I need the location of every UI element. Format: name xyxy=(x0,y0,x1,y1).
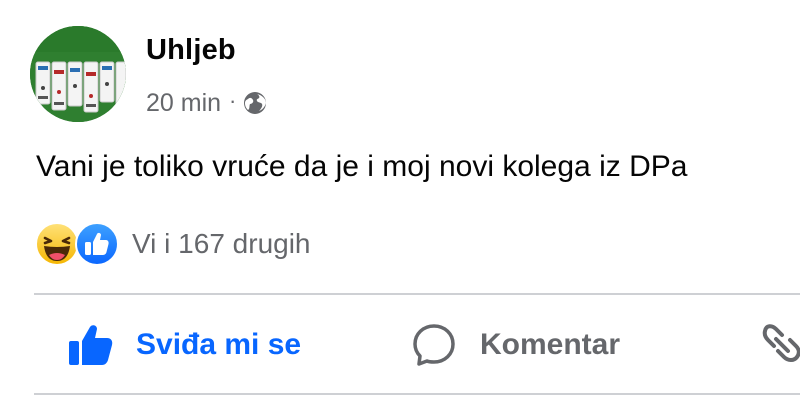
share-button[interactable] xyxy=(762,316,800,374)
reaction-summary[interactable]: Vi i 167 drugih xyxy=(132,228,311,260)
globe-icon[interactable] xyxy=(242,90,268,116)
reaction-icons xyxy=(34,221,122,267)
reactions-bar[interactable]: Vi i 167 drugih xyxy=(34,221,311,267)
like-button[interactable]: Sviđa mi se xyxy=(66,316,301,374)
meta-separator: · xyxy=(229,88,237,113)
solitaire-cards-image xyxy=(30,26,126,122)
comment-button-label: Komentar xyxy=(480,328,621,361)
post-meta: 20 min · xyxy=(146,88,268,118)
comment-button[interactable]: Komentar xyxy=(410,316,620,374)
like-button-label: Sviđa mi se xyxy=(136,328,302,361)
comment-icon xyxy=(413,324,455,366)
divider xyxy=(34,393,800,395)
post-timestamp[interactable]: 20 min xyxy=(146,89,221,118)
facebook-post: Uhljeb 20 min · Vani je toliko vruće da … xyxy=(0,0,800,420)
avatar[interactable] xyxy=(30,26,126,122)
divider xyxy=(34,293,800,295)
link-icon xyxy=(762,324,800,362)
author-name[interactable]: Uhljeb xyxy=(146,34,236,67)
thumbs-up-icon xyxy=(69,325,113,365)
post-text: Vani je toliko vruće da je i moj novi ko… xyxy=(36,150,688,183)
like-icon xyxy=(75,222,119,266)
